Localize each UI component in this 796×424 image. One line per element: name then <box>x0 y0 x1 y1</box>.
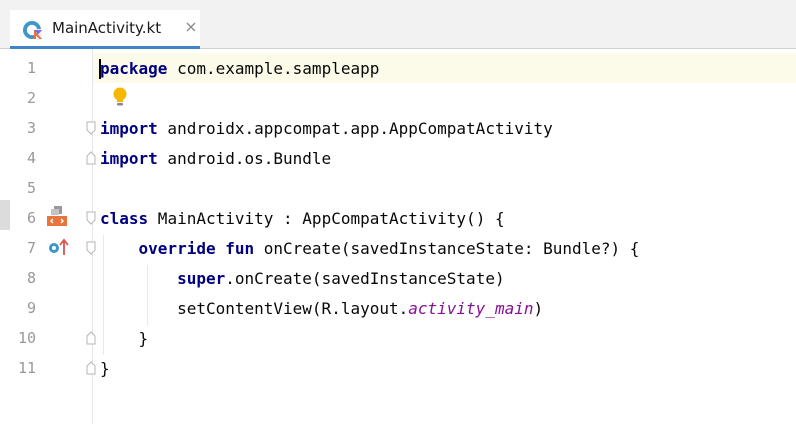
code-line: 10 } <box>0 323 796 353</box>
code-text[interactable]: } <box>100 359 110 378</box>
fold-start-icon[interactable] <box>86 121 96 135</box>
code-text[interactable]: } <box>100 329 149 348</box>
line-number: 7 <box>26 239 36 257</box>
fold-start-icon[interactable] <box>86 211 96 225</box>
lightbulb-icon[interactable] <box>112 87 128 107</box>
line-number: 1 <box>26 59 36 77</box>
keyword: override fun <box>138 239 255 258</box>
code-call: setContentView(R.layout. <box>177 299 409 318</box>
line-number: 10 <box>17 329 36 347</box>
fold-end-icon[interactable] <box>86 151 96 165</box>
kotlin-file-icon <box>23 21 42 40</box>
code-line: 9 setContentView(R.layout.activity_main) <box>0 293 796 323</box>
fold-end-icon[interactable] <box>86 331 96 345</box>
code-text[interactable]: override fun onCreate(savedInstanceState… <box>100 239 640 258</box>
code-rest: .onCreate(savedInstanceState) <box>225 269 505 288</box>
keyword: import <box>100 119 158 138</box>
code-line: 2 <box>0 83 796 113</box>
fold-start-icon[interactable] <box>86 241 96 255</box>
code-rest: MainActivity : AppCompatActivity() { <box>148 209 505 228</box>
layout-preview-icon[interactable] <box>46 205 68 227</box>
code-text[interactable]: package com.example.sampleapp <box>100 59 379 78</box>
line-number: 2 <box>26 89 36 107</box>
code-rest: android.os.Bundle <box>157 149 332 168</box>
code-rest: ) <box>533 299 544 318</box>
line-number: 5 <box>26 179 36 197</box>
keyword: import <box>100 149 158 168</box>
code-rest: com.example.sampleapp <box>167 59 380 78</box>
code-line: 8 super.onCreate(savedInstanceState) <box>0 263 796 293</box>
text-caret <box>99 59 101 79</box>
line-number: 11 <box>17 359 36 377</box>
keyword: class <box>100 209 149 228</box>
code-rest: androidx.appcompat.app.AppCompatActivity <box>157 119 553 138</box>
code-text[interactable]: super.onCreate(savedInstanceState) <box>100 269 505 288</box>
code-text[interactable]: import android.os.Bundle <box>100 149 331 168</box>
code-line: 4 import android.os.Bundle <box>0 143 796 173</box>
code-text[interactable]: import androidx.appcompat.app.AppCompatA… <box>100 119 553 138</box>
editor-tab-bar: MainActivity.kt <box>0 10 796 49</box>
code-line: 3 import androidx.appcompat.app.AppCompa… <box>0 113 796 143</box>
keyword: package <box>100 59 168 78</box>
code-line: 5 <box>0 173 796 203</box>
code-text[interactable]: setContentView(R.layout.activity_main) <box>100 299 543 318</box>
code-line: 6 class MainActivity : AppCompatActivity… <box>0 203 796 233</box>
code-line: 11 } <box>0 353 796 383</box>
close-icon[interactable] <box>184 20 198 34</box>
code-line: 7 override fun onCreate(savedInstanceSta… <box>0 233 796 263</box>
code-text[interactable]: class MainActivity : AppCompatActivity()… <box>100 209 505 228</box>
code-rest: } <box>100 359 110 378</box>
tab-mainactivity[interactable]: MainActivity.kt <box>10 10 200 49</box>
code-rest: onCreate(savedInstanceState: Bundle?) { <box>254 239 640 258</box>
line-number: 6 <box>26 209 36 227</box>
code-rest: } <box>138 329 149 348</box>
fold-end-icon[interactable] <box>86 361 96 375</box>
code-editor[interactable]: 1 package com.example.sampleapp 2 3 impo… <box>0 49 796 424</box>
override-method-icon[interactable] <box>48 238 70 256</box>
line-number: 3 <box>26 119 36 137</box>
tab-label: MainActivity.kt <box>52 19 162 37</box>
line-number: 4 <box>26 149 36 167</box>
keyword: super <box>177 269 226 288</box>
line-number: 8 <box>26 269 36 287</box>
line-number: 9 <box>26 299 36 317</box>
code-line: 1 package com.example.sampleapp <box>0 53 796 83</box>
resource-id: activity_main <box>408 299 534 318</box>
